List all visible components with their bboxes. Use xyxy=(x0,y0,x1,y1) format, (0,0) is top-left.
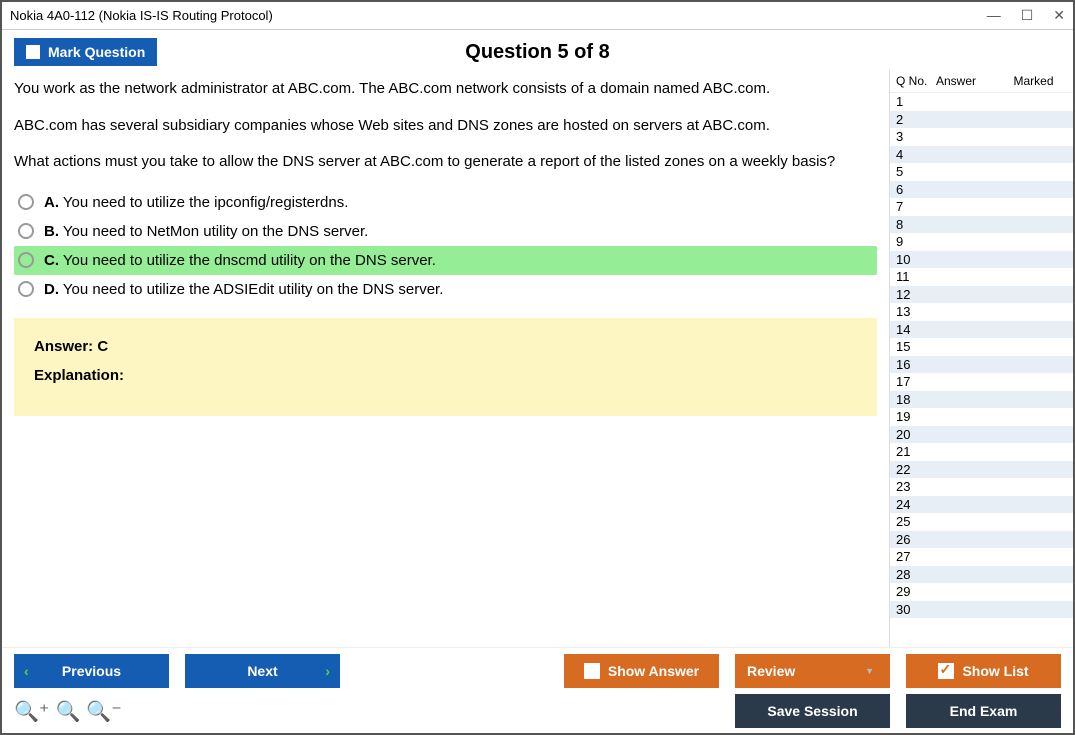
answer-option[interactable]: B. You need to NetMon utility on the DNS… xyxy=(14,217,877,246)
chevron-down-icon: ▼ xyxy=(865,666,874,676)
question-paragraph: You work as the network administrator at… xyxy=(14,78,877,101)
mark-question-button[interactable]: Mark Question xyxy=(14,38,157,66)
answer-option[interactable]: A. You need to utilize the ipconfig/regi… xyxy=(14,188,877,217)
option-text: C. You need to utilize the dnscmd utilit… xyxy=(44,252,436,269)
topbar: Mark Question Question 5 of 8 xyxy=(2,30,1073,70)
list-item[interactable]: 30 xyxy=(890,601,1073,619)
option-text: B. You need to NetMon utility on the DNS… xyxy=(44,223,368,240)
list-item[interactable]: 5 xyxy=(890,163,1073,181)
window-title: Nokia 4A0-112 (Nokia IS-IS Routing Proto… xyxy=(10,8,273,23)
radio-icon xyxy=(18,252,34,268)
checkbox-icon xyxy=(26,45,40,59)
chevron-left-icon: ‹ xyxy=(24,663,29,679)
answer-option[interactable]: C. You need to utilize the dnscmd utilit… xyxy=(14,246,877,275)
show-list-label: Show List xyxy=(962,663,1028,679)
list-item[interactable]: 27 xyxy=(890,548,1073,566)
zoom-out-icon[interactable]: 🔍⁻ xyxy=(86,699,121,724)
previous-button[interactable]: ‹ Previous xyxy=(14,654,169,688)
list-item[interactable]: 16 xyxy=(890,356,1073,374)
list-item[interactable]: 13 xyxy=(890,303,1073,321)
list-item[interactable]: 3 xyxy=(890,128,1073,146)
window-controls: — ☐ ✕ xyxy=(987,7,1065,24)
maximize-icon[interactable]: ☐ xyxy=(1021,7,1034,24)
show-answer-button[interactable]: Show Answer xyxy=(564,654,719,688)
option-text: A. You need to utilize the ipconfig/regi… xyxy=(44,194,348,211)
main-area: You work as the network administrator at… xyxy=(2,70,1073,647)
option-text: D. You need to utilize the ADSIEdit util… xyxy=(44,281,443,298)
minimize-icon[interactable]: — xyxy=(987,7,1001,24)
footer: ‹ Previous Next › Show Answer Review ▼ S… xyxy=(2,647,1073,729)
footer-row-secondary: 🔍⁺ 🔍 🔍⁻ Save Session End Exam xyxy=(14,694,1061,728)
list-item[interactable]: 4 xyxy=(890,146,1073,164)
radio-icon xyxy=(18,281,34,297)
review-label: Review xyxy=(747,663,795,679)
question-paragraph: What actions must you take to allow the … xyxy=(14,151,877,174)
answer-box: Answer: C Explanation: xyxy=(14,318,877,416)
list-item[interactable]: 8 xyxy=(890,216,1073,234)
list-item[interactable]: 23 xyxy=(890,478,1073,496)
list-item[interactable]: 28 xyxy=(890,566,1073,584)
list-item[interactable]: 25 xyxy=(890,513,1073,531)
close-icon[interactable]: ✕ xyxy=(1053,7,1065,24)
review-button[interactable]: Review ▼ xyxy=(735,654,890,688)
titlebar: Nokia 4A0-112 (Nokia IS-IS Routing Proto… xyxy=(2,2,1073,30)
list-item[interactable]: 1 xyxy=(890,93,1073,111)
list-item[interactable]: 14 xyxy=(890,321,1073,339)
list-item[interactable]: 26 xyxy=(890,531,1073,549)
answer-label: Answer: C xyxy=(34,338,857,355)
question-paragraph: ABC.com has several subsidiary companies… xyxy=(14,115,877,138)
options-list: A. You need to utilize the ipconfig/regi… xyxy=(14,188,877,304)
list-item[interactable]: 2 xyxy=(890,111,1073,129)
checkbox-checked-icon xyxy=(938,663,954,679)
footer-row-primary: ‹ Previous Next › Show Answer Review ▼ S… xyxy=(14,654,1061,688)
sidebar-rows[interactable]: 1234567891011121314151617181920212223242… xyxy=(890,93,1073,647)
list-item[interactable]: 18 xyxy=(890,391,1073,409)
list-item[interactable]: 22 xyxy=(890,461,1073,479)
list-item[interactable]: 19 xyxy=(890,408,1073,426)
previous-label: Previous xyxy=(62,663,121,679)
question-number-title: Question 5 of 8 xyxy=(465,41,609,64)
sidebar-header: Q No. Answer Marked xyxy=(890,70,1073,93)
list-item[interactable]: 10 xyxy=(890,251,1073,269)
list-item[interactable]: 21 xyxy=(890,443,1073,461)
list-item[interactable]: 7 xyxy=(890,198,1073,216)
save-session-label: Save Session xyxy=(767,703,857,719)
list-item[interactable]: 20 xyxy=(890,426,1073,444)
zoom-controls: 🔍⁺ 🔍 🔍⁻ xyxy=(14,699,122,724)
list-item[interactable]: 24 xyxy=(890,496,1073,514)
next-button[interactable]: Next › xyxy=(185,654,340,688)
list-item[interactable]: 9 xyxy=(890,233,1073,251)
radio-icon xyxy=(18,194,34,210)
list-item[interactable]: 29 xyxy=(890,583,1073,601)
question-list-sidebar: Q No. Answer Marked 12345678910111213141… xyxy=(889,70,1073,647)
list-item[interactable]: 6 xyxy=(890,181,1073,199)
chevron-right-icon: › xyxy=(325,663,330,679)
col-answer: Answer xyxy=(936,74,1000,88)
mark-question-label: Mark Question xyxy=(48,44,145,60)
next-label: Next xyxy=(247,663,277,679)
zoom-reset-icon[interactable]: 🔍 xyxy=(55,699,80,724)
list-item[interactable]: 15 xyxy=(890,338,1073,356)
list-item[interactable]: 12 xyxy=(890,286,1073,304)
list-item[interactable]: 11 xyxy=(890,268,1073,286)
end-exam-button[interactable]: End Exam xyxy=(906,694,1061,728)
list-item[interactable]: 17 xyxy=(890,373,1073,391)
show-list-button[interactable]: Show List xyxy=(906,654,1061,688)
answer-option[interactable]: D. You need to utilize the ADSIEdit util… xyxy=(14,275,877,304)
show-answer-label: Show Answer xyxy=(608,663,699,679)
question-content: You work as the network administrator at… xyxy=(2,70,889,647)
col-marked: Marked xyxy=(1000,74,1067,88)
col-qno: Q No. xyxy=(896,74,936,88)
explanation-label: Explanation: xyxy=(34,367,857,384)
zoom-in-icon[interactable]: 🔍⁺ xyxy=(14,699,49,724)
save-session-button[interactable]: Save Session xyxy=(735,694,890,728)
end-exam-label: End Exam xyxy=(950,703,1018,719)
checkbox-icon xyxy=(584,663,600,679)
radio-icon xyxy=(18,223,34,239)
